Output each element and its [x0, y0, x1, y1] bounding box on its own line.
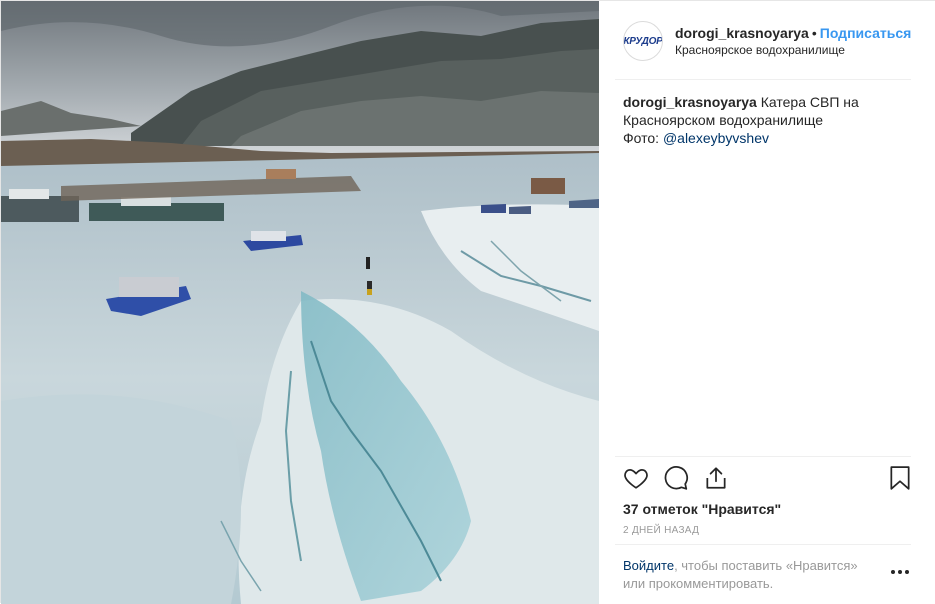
post-sidebar: КРУДОР dorogi_krasnoyarya • Подписаться Кр… [599, 1, 935, 604]
heart-icon [624, 469, 648, 489]
avatar[interactable]: КРУДОР [623, 21, 663, 61]
actions-divider [615, 456, 911, 457]
header-divider [615, 79, 911, 80]
avatar-logo-text: КРУДОР [623, 35, 663, 47]
header-title-row: dorogi_krasnoyarya • Подписаться [675, 25, 911, 41]
more-options-button[interactable] [889, 565, 911, 579]
instagram-post: КРУДОР dorogi_krasnoyarya • Подписаться Кр… [0, 0, 935, 604]
post-caption: dorogi_krasnoyarya Катера СВП на Красноя… [623, 93, 913, 147]
post-photo[interactable] [1, 1, 599, 604]
comment-icon [664, 466, 688, 490]
save-button[interactable] [887, 465, 913, 491]
login-link[interactable]: Войдите [623, 558, 674, 573]
like-button[interactable] [623, 465, 649, 491]
comment-button[interactable] [663, 465, 689, 491]
follow-button[interactable]: Подписаться [820, 25, 912, 41]
post-date[interactable]: 2 ДНЕЙ НАЗАД [623, 525, 699, 536]
more-options-icon [891, 570, 909, 574]
share-icon [706, 467, 726, 489]
header-separator: • [811, 25, 817, 41]
comment-divider [615, 544, 911, 545]
post-header: КРУДОР dorogi_krasnoyarya • Подписаться Кр… [599, 1, 935, 80]
frozen-reservoir-photo [1, 1, 599, 604]
bookmark-icon [890, 466, 910, 490]
caption-photo-prefix: Фото: [623, 130, 660, 146]
login-prompt: Войдите, чтобы поставить «Нравится» или … [623, 557, 883, 593]
caption-username-link[interactable]: dorogi_krasnoyarya [623, 94, 757, 110]
location-link[interactable]: Красноярское водохранилище [675, 43, 845, 57]
post-actions [623, 465, 919, 495]
share-button[interactable] [703, 465, 729, 491]
likes-count[interactable]: 37 отметок "Нравится" [623, 501, 781, 517]
caption-mention-link[interactable]: @alexeybyvshev [663, 130, 769, 146]
header-username-link[interactable]: dorogi_krasnoyarya [675, 25, 809, 41]
